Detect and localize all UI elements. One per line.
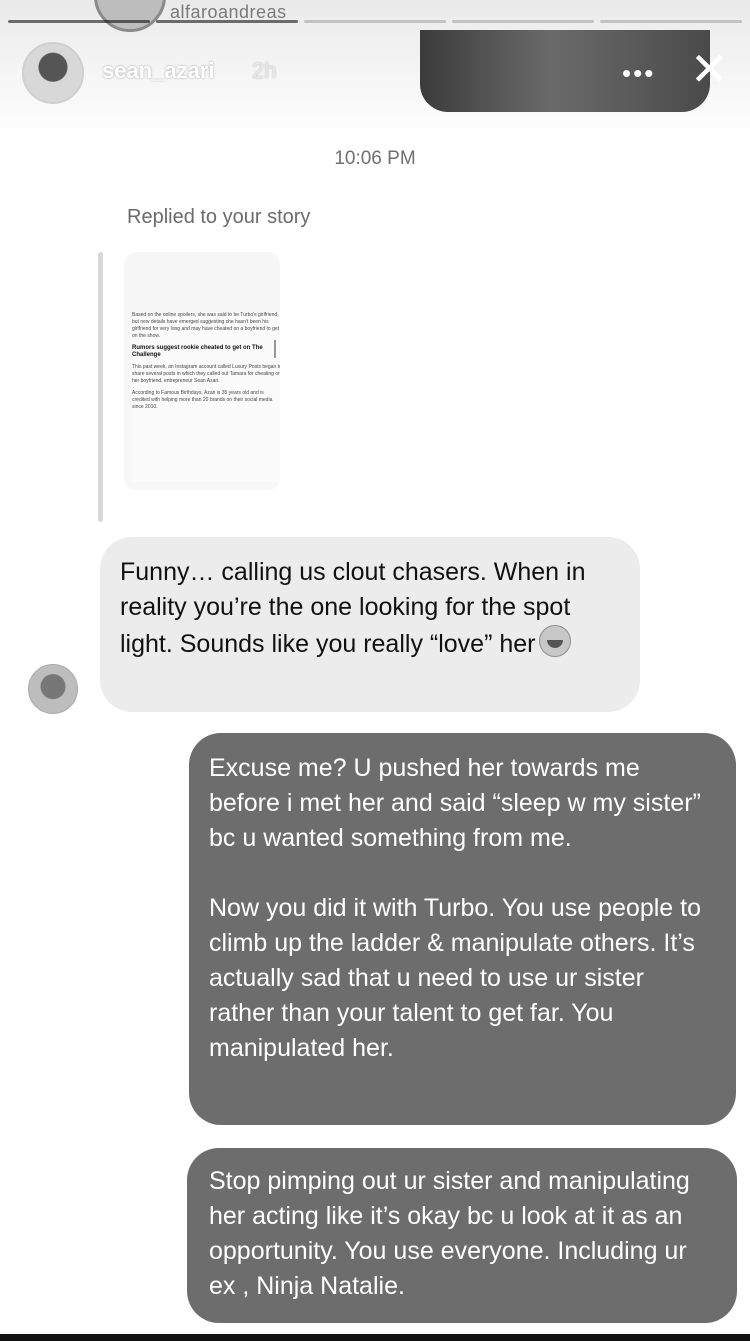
story-media-thumbnail xyxy=(420,30,710,112)
sender-avatar[interactable] xyxy=(28,664,78,714)
replied-story-preview[interactable]: Based on the online spoilers, she was sa… xyxy=(124,252,280,490)
article-paragraph: Based on the online spoilers, she was sa… xyxy=(132,312,280,339)
progress-segment xyxy=(304,20,446,23)
message-timestamp: 10:06 PM xyxy=(334,148,416,169)
bottom-edge xyxy=(0,1334,750,1341)
message-paragraph: Excuse me? U pushed her towards me befor… xyxy=(209,754,701,852)
reply-indicator-bar xyxy=(98,252,103,522)
progress-segment xyxy=(452,20,594,23)
laughing-crying-emoji-icon xyxy=(539,625,572,657)
post-time-ago: 2h xyxy=(252,58,277,83)
story-reply-screen: alfaroandreas sean_azari 2h ••• ✕ 10:06 … xyxy=(0,0,750,1341)
message-paragraph: Now you did it with Turbo. You use peopl… xyxy=(209,894,701,1062)
progress-segment xyxy=(600,20,742,23)
close-icon[interactable]: ✕ xyxy=(690,46,729,92)
progress-segment xyxy=(8,20,150,23)
article-paragraph: This past week, an Instagram account cal… xyxy=(132,364,280,384)
poster-avatar[interactable] xyxy=(22,42,84,104)
story-progress-bar xyxy=(0,20,750,24)
replied-to-story-label: Replied to your story xyxy=(127,206,311,228)
progress-segment xyxy=(156,20,298,23)
message-text: Stop pimping out ur sister and manipulat… xyxy=(209,1167,690,1300)
article-paragraph: According to Famous Birthdays, Azari is … xyxy=(132,390,273,410)
more-options-icon[interactable]: ••• xyxy=(622,58,655,89)
sent-message-bubble[interactable]: Excuse me? U pushed her towards me befor… xyxy=(189,733,736,1125)
message-text: Funny… calling us clout chasers. When in… xyxy=(120,558,586,658)
article-heading: Rumors suggest rookie cheated to get on … xyxy=(132,345,263,358)
received-message-bubble[interactable]: Funny… calling us clout chasers. When in… xyxy=(100,537,640,712)
sent-message-bubble[interactable]: Stop pimping out ur sister and manipulat… xyxy=(187,1148,737,1323)
poster-username[interactable]: sean_azari xyxy=(102,58,215,84)
story-article-excerpt: Based on the online spoilers, she was sa… xyxy=(132,312,280,482)
scroll-indicator xyxy=(274,340,276,358)
